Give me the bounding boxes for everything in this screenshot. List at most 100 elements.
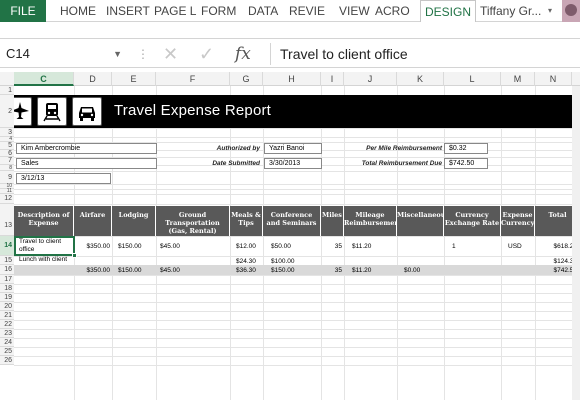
tab-page-layout[interactable]: PAGE L: [154, 0, 196, 22]
enter-check-icon[interactable]: ✓: [199, 41, 214, 67]
row-header-16[interactable]: 16: [0, 265, 14, 275]
table-cell-currency[interactable]: USD: [508, 242, 534, 251]
column-header-j[interactable]: J: [344, 72, 397, 86]
header-airfare[interactable]: Airfare: [74, 206, 112, 236]
employee-name-field[interactable]: Kim Ambercrombie: [16, 143, 157, 154]
column-header-c[interactable]: C: [14, 72, 74, 86]
date-submitted-field[interactable]: 3/30/2013: [264, 158, 322, 169]
table-cell-meals[interactable]: $12.00: [236, 242, 262, 251]
table-cell-miles[interactable]: 35: [322, 242, 342, 251]
cancel-icon[interactable]: ✕: [163, 41, 178, 67]
per-mile-reimbursement-field[interactable]: $0.32: [444, 143, 488, 154]
row-header-12[interactable]: 12: [0, 194, 14, 204]
gridline-horizontal: [14, 302, 580, 303]
column-header-h[interactable]: H: [263, 72, 321, 86]
table-cell-exchange-rate[interactable]: 1: [452, 242, 498, 251]
row-header-7[interactable]: 7: [0, 157, 14, 165]
table-cell-ground[interactable]: $45.00: [160, 242, 220, 251]
row-header-19[interactable]: 19: [0, 293, 14, 302]
header-meals-tips[interactable]: Meals & Tips: [230, 206, 263, 236]
active-cell-c14[interactable]: [14, 236, 77, 258]
column-header-l[interactable]: L: [444, 72, 501, 86]
column-header-i[interactable]: I: [321, 72, 344, 86]
header-lodging[interactable]: Lodging: [112, 206, 156, 236]
table-cell-conference[interactable]: $50.00: [271, 242, 319, 251]
car-button[interactable]: [72, 97, 102, 126]
row-header-22[interactable]: 22: [0, 320, 14, 329]
tab-file[interactable]: FILE: [0, 0, 46, 22]
column-headers: C D E F G H I J K L M N: [0, 72, 580, 86]
row-header-15[interactable]: 15: [0, 256, 14, 265]
date-field[interactable]: 3/12/13: [16, 173, 111, 184]
fill-handle[interactable]: [72, 253, 77, 258]
header-description[interactable]: Description of Expense: [14, 206, 74, 236]
tab-review[interactable]: REVIE: [289, 0, 325, 22]
table-cell-description[interactable]: Lunch with client: [19, 256, 73, 264]
row-header-20[interactable]: 20: [0, 302, 14, 311]
row-header-23[interactable]: 23: [0, 329, 14, 338]
tab-formulas[interactable]: FORM: [201, 0, 236, 22]
column-header-f[interactable]: F: [156, 72, 230, 86]
tab-insert[interactable]: INSERT: [106, 0, 150, 22]
row-header-1[interactable]: 1: [0, 86, 14, 95]
tab-acrobat[interactable]: ACRO: [375, 0, 410, 22]
table-cell-airfare[interactable]: $350.00: [76, 242, 111, 251]
formula-input[interactable]: Travel to client office: [270, 43, 570, 65]
row-header-13[interactable]: 13: [0, 204, 14, 236]
row-header-21[interactable]: 21: [0, 311, 14, 320]
gridline-horizontal: [14, 284, 580, 285]
row-header-26[interactable]: 26: [0, 356, 14, 365]
column-header-n[interactable]: N: [535, 72, 572, 86]
car-icon: [79, 107, 95, 121]
tab-view[interactable]: VIEW: [339, 0, 370, 22]
authorized-by-field[interactable]: Yazri Banoi: [264, 143, 322, 154]
gridline-horizontal: [14, 184, 580, 185]
table-cell-lodging[interactable]: $150.00: [118, 242, 154, 251]
column-header-d[interactable]: D: [74, 72, 112, 86]
formula-bar-grip-icon[interactable]: ⋮: [137, 45, 149, 63]
header-expense-currency[interactable]: Expense Currency: [501, 206, 535, 236]
column-header-m[interactable]: M: [501, 72, 535, 86]
total-reimbursement-due-label: Total Reimbursement Due: [361, 160, 442, 167]
header-ground-transportation[interactable]: Ground Transportation (Gas, Rental): [156, 206, 230, 236]
train-button[interactable]: [37, 97, 67, 126]
name-box-dropdown-icon[interactable]: ▼: [113, 43, 122, 65]
insert-function-icon[interactable]: fx: [235, 41, 251, 67]
vertical-scrollbar[interactable]: [572, 86, 580, 400]
header-miscellaneous[interactable]: Miscellaneous: [397, 206, 444, 236]
ribbon-tabs: FILE HOME INSERT PAGE L FORM DATA REVIE …: [0, 0, 580, 22]
row-header-25[interactable]: 25: [0, 347, 14, 356]
table-cell-mileage[interactable]: $11.20: [352, 242, 394, 251]
total-reimbursement-due-field[interactable]: $742.50: [444, 158, 488, 169]
tab-home[interactable]: HOME: [60, 0, 96, 22]
report-title: Travel Expense Report: [114, 102, 272, 119]
row-header-24[interactable]: 24: [0, 338, 14, 347]
worksheet[interactable]: Travel Expense Report Kim Ambercrombie S…: [14, 86, 580, 400]
row-header-5[interactable]: 5: [0, 142, 14, 150]
airplane-button[interactable]: [14, 97, 32, 126]
account-chevron-icon[interactable]: ▾: [548, 0, 552, 22]
tab-design[interactable]: DESIGN: [420, 0, 477, 22]
avatar[interactable]: [562, 0, 580, 22]
gridline-vertical: [112, 86, 113, 400]
total-miles: 35: [334, 267, 342, 274]
gridline-vertical: [444, 86, 445, 400]
header-conference-seminars[interactable]: Conference and Seminars: [263, 206, 321, 236]
row-header-18[interactable]: 18: [0, 284, 14, 293]
account-name[interactable]: Tiffany Gr...: [480, 0, 541, 22]
name-box[interactable]: C14 ▼: [6, 43, 124, 65]
header-currency-exchange-rate[interactable]: Currency Exchange Rate: [444, 206, 501, 236]
row-header-6[interactable]: 6: [0, 150, 14, 157]
column-header-g[interactable]: G: [230, 72, 263, 86]
column-header-k[interactable]: K: [397, 72, 444, 86]
column-header-e[interactable]: E: [112, 72, 156, 86]
tab-data[interactable]: DATA: [248, 0, 278, 22]
gridline-vertical: [263, 86, 264, 400]
department-field[interactable]: Sales: [16, 158, 157, 169]
row-header-17[interactable]: 17: [0, 275, 14, 284]
row-header-2[interactable]: 2: [0, 95, 14, 128]
header-mileage-reimbursement[interactable]: Mileage Reimbursement: [344, 206, 397, 236]
table-cell-total[interactable]: $618.20: [537, 242, 578, 251]
header-miles[interactable]: Miles: [321, 206, 344, 236]
row-header-14[interactable]: 14: [0, 236, 14, 256]
